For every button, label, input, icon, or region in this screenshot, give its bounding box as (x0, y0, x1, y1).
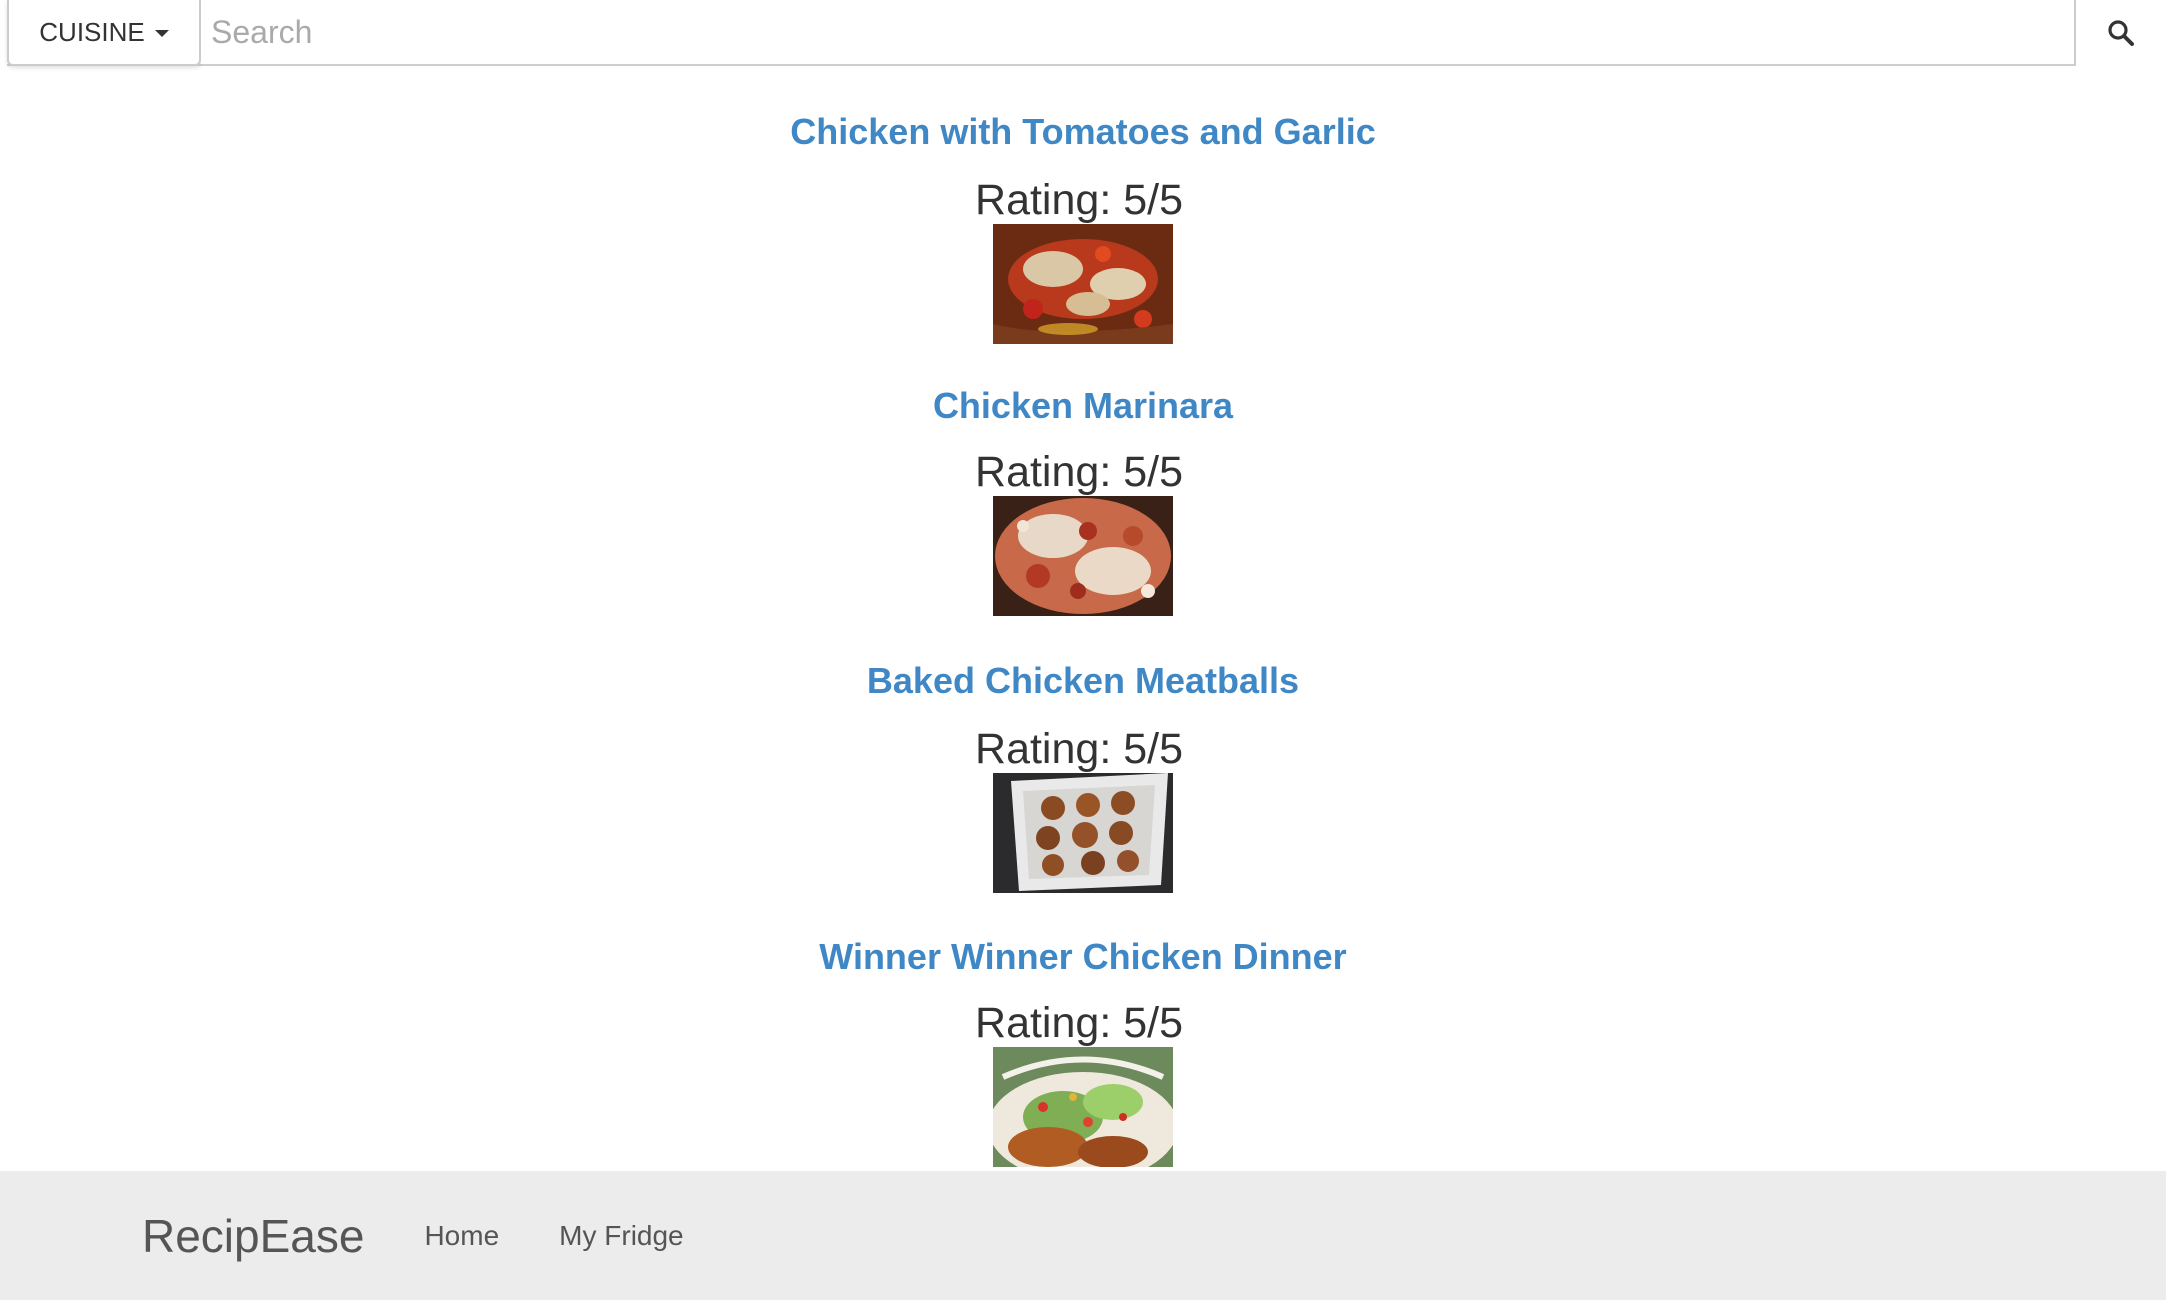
recipe-card: Chicken Marinara Rating: 5/5 (0, 385, 2166, 616)
recipe-rating: Rating: 5/5 (975, 448, 1183, 496)
recipe-title-link[interactable]: Chicken Marinara (933, 385, 1233, 427)
search-button[interactable] (2074, 0, 2166, 66)
footer-navbar: RecipEase Home My Fridge (0, 1171, 2166, 1300)
caret-down-icon (154, 30, 169, 37)
app-root: Chicken with Tomatoes and Garlic Rating:… (0, 0, 2166, 1300)
recipe-title-link[interactable]: Chicken with Tomatoes and Garlic (790, 111, 1375, 153)
search-bar: CUISINE (7, 0, 2166, 66)
recipe-card: Chicken with Tomatoes and Garlic Rating:… (0, 111, 2166, 344)
brand-logo-link[interactable]: RecipEase (142, 1209, 364, 1263)
nav-link-home[interactable]: Home (424, 1220, 499, 1252)
search-input[interactable] (201, 0, 2074, 64)
recipe-thumbnail[interactable] (993, 773, 1173, 893)
search-icon (2108, 20, 2134, 46)
recipe-rating: Rating: 5/5 (975, 999, 1183, 1047)
recipe-rating: Rating: 5/5 (975, 176, 1183, 224)
nav-link-my-fridge[interactable]: My Fridge (559, 1220, 683, 1252)
recipe-rating: Rating: 5/5 (975, 725, 1183, 773)
recipe-title-link[interactable]: Baked Chicken Meatballs (867, 660, 1299, 702)
recipe-thumbnail[interactable] (993, 224, 1173, 344)
cuisine-dropdown-label: CUISINE (39, 16, 145, 47)
recipe-thumbnail[interactable] (993, 496, 1173, 616)
recipe-title-link[interactable]: Winner Winner Chicken Dinner (819, 936, 1346, 978)
recipe-thumbnail[interactable] (993, 1047, 1173, 1167)
cuisine-dropdown-button[interactable]: CUISINE (7, 0, 201, 66)
recipe-list: Chicken with Tomatoes and Garlic Rating:… (0, 0, 2166, 1170)
recipe-card: Baked Chicken Meatballs Rating: 5/5 (0, 660, 2166, 893)
recipe-card: Winner Winner Chicken Dinner Rating: 5/5 (0, 936, 2166, 1167)
